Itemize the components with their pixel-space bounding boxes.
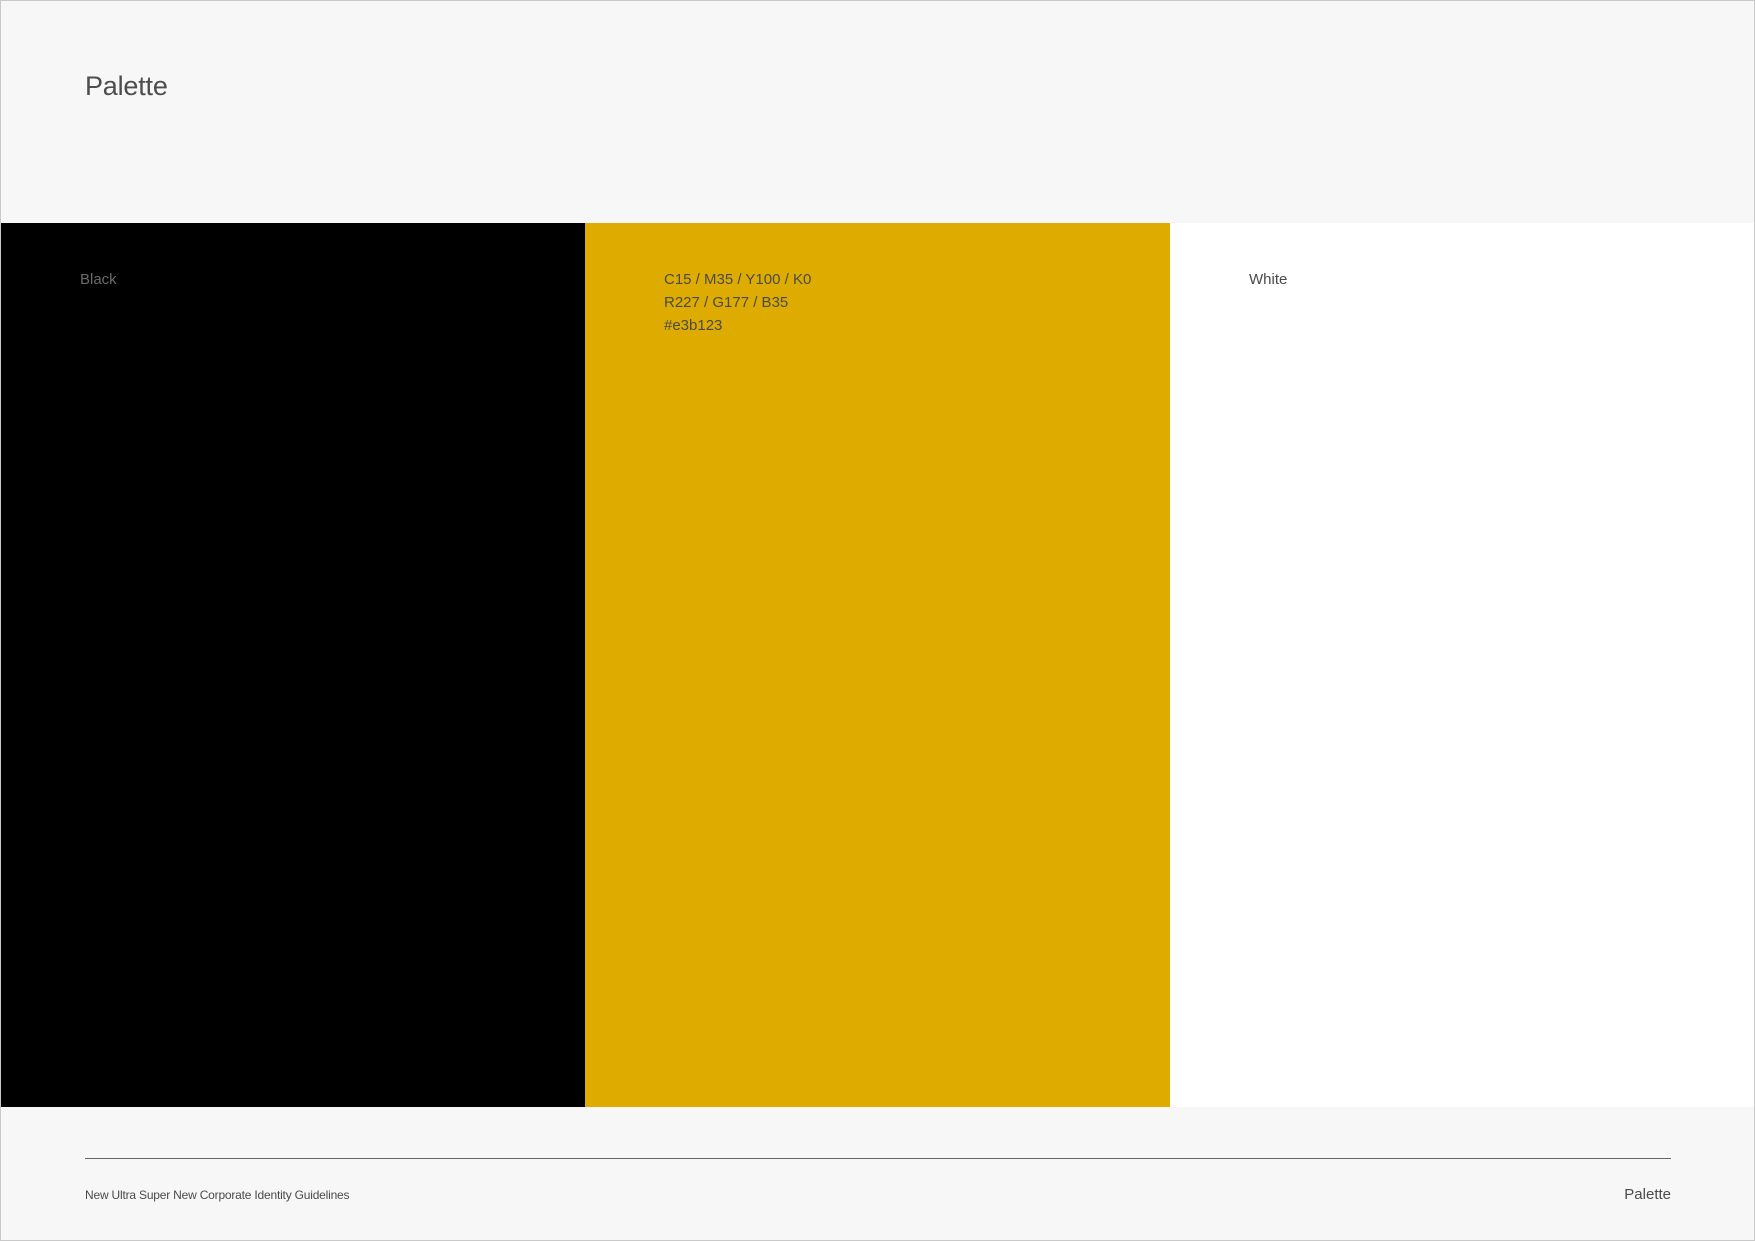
swatch-black-label: Black [80, 268, 117, 291]
footer-section-name: Palette [1624, 1186, 1671, 1203]
footer-document-title: New Ultra Super New Corporate Identity G… [85, 1188, 350, 1202]
footer-divider [85, 1158, 1671, 1159]
color-swatches: Black C15 / M35 / Y100 / K0 R227 / G177 … [1, 223, 1754, 1107]
swatch-gold-label: C15 / M35 / Y100 / K0 R227 / G177 / B35 … [664, 268, 811, 337]
page-title: Palette [85, 71, 168, 101]
swatch-gold: C15 / M35 / Y100 / K0 R227 / G177 / B35 … [585, 223, 1170, 1107]
swatch-gold-rgb: R227 / G177 / B35 [664, 294, 789, 311]
swatch-black-name: Black [80, 271, 117, 288]
swatch-gold-hex: #e3b123 [664, 317, 723, 334]
swatch-white-name: White [1249, 271, 1288, 288]
swatch-gold-cmyk: C15 / M35 / Y100 / K0 [664, 271, 812, 288]
palette-page: Palette Black C15 / M35 / Y100 / K0 R227… [0, 0, 1755, 1241]
swatch-white-label: White [1249, 268, 1287, 291]
swatch-black: Black [1, 223, 585, 1107]
swatch-white: White [1170, 223, 1754, 1107]
